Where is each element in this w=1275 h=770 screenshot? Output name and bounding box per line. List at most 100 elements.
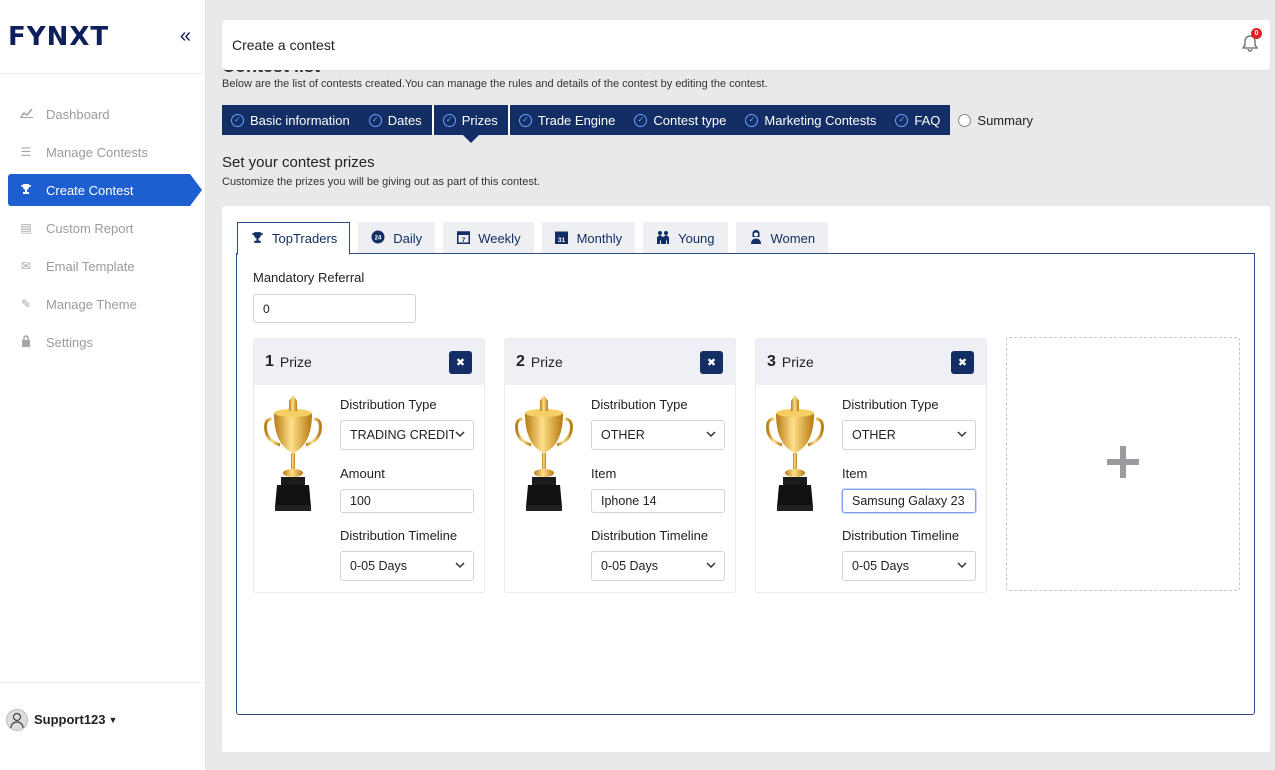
prize-card-3: 3 Prize ✖ Distribution Type OTHER Item S… bbox=[755, 338, 987, 593]
lock-icon bbox=[18, 334, 34, 350]
prize-title: Prize bbox=[781, 354, 814, 370]
tab-label: Daily bbox=[393, 231, 423, 246]
distribution-type-label: Distribution Type bbox=[842, 397, 939, 412]
chevron-down-icon bbox=[455, 429, 465, 442]
chevron-down-icon bbox=[957, 429, 967, 442]
tab-label: Women bbox=[770, 231, 816, 246]
remove-prize-button[interactable]: ✖ bbox=[700, 351, 723, 374]
sidebar-item-manage-contests[interactable]: ☰ Manage Contests bbox=[8, 136, 197, 168]
tab-label: Monthly bbox=[576, 231, 623, 246]
step-label: Summary bbox=[977, 112, 1034, 128]
user-menu[interactable]: Support123 ▼ bbox=[0, 682, 206, 770]
mandatory-referral-input[interactable] bbox=[253, 294, 416, 323]
step-label: Contest type bbox=[653, 112, 727, 128]
sidebar-item-custom-report[interactable]: ▤ Custom Report bbox=[8, 212, 197, 244]
prizes-card: TopTraders 24 Daily 7 Weekly 31 Monthly … bbox=[222, 206, 1270, 752]
calendar-7-icon: 7 bbox=[456, 230, 470, 247]
item-label: Item bbox=[842, 466, 868, 481]
distribution-timeline-label: Distribution Timeline bbox=[591, 528, 709, 543]
distribution-type-label: Distribution Type bbox=[591, 397, 688, 412]
sidebar-nav: Dashboard ☰ Manage Contests Create Conte… bbox=[0, 98, 205, 358]
badge-24-icon: 24 bbox=[371, 230, 385, 247]
step-label: Dates bbox=[387, 112, 422, 128]
tab-daily[interactable]: 24 Daily bbox=[358, 222, 436, 254]
step-contest-type[interactable]: ✓ Contest type bbox=[625, 105, 737, 135]
distribution-type-select[interactable]: TRADING CREDIT bbox=[340, 420, 474, 450]
check-circle-icon: ✓ bbox=[368, 113, 382, 127]
step-faq[interactable]: ✓ FAQ bbox=[886, 105, 951, 135]
remove-prize-button[interactable]: ✖ bbox=[951, 351, 974, 374]
bell-icon[interactable]: 0 bbox=[1241, 28, 1262, 52]
people-icon bbox=[656, 230, 670, 247]
prize-header: 2 Prize ✖ bbox=[505, 339, 735, 385]
svg-text:24: 24 bbox=[375, 236, 382, 242]
remove-prize-button[interactable]: ✖ bbox=[449, 351, 472, 374]
sidebar-item-manage-theme[interactable]: ✎ Manage Theme bbox=[8, 288, 197, 320]
step-summary[interactable]: Summary bbox=[950, 105, 1043, 135]
trophy-image bbox=[766, 395, 824, 511]
tab-label: Weekly bbox=[478, 231, 521, 246]
check-circle-icon: ✓ bbox=[518, 113, 532, 127]
svg-text:7: 7 bbox=[461, 237, 465, 244]
distribution-type-select[interactable]: OTHER bbox=[591, 420, 725, 450]
prize-header: 1 Prize ✖ bbox=[254, 339, 484, 385]
notification-badge: 0 bbox=[1251, 28, 1262, 39]
sidebar-item-dashboard[interactable]: Dashboard bbox=[8, 98, 197, 130]
tab-young[interactable]: Young bbox=[643, 222, 728, 254]
list-icon: ☰ bbox=[20, 145, 32, 159]
step-label: FAQ bbox=[914, 112, 941, 128]
collapse-sidebar-icon[interactable]: « bbox=[180, 26, 191, 46]
woman-icon bbox=[749, 229, 763, 247]
add-prize-button[interactable] bbox=[1006, 337, 1240, 591]
step-basic-information[interactable]: ✓ Basic information bbox=[222, 105, 360, 135]
item-input[interactable] bbox=[591, 489, 725, 513]
trophy-icon bbox=[250, 231, 264, 247]
step-label: Marketing Contests bbox=[764, 112, 877, 128]
distribution-timeline-label: Distribution Timeline bbox=[842, 528, 960, 543]
distribution-type-label: Distribution Type bbox=[340, 397, 437, 412]
tab-monthly[interactable]: 31 Monthly bbox=[541, 222, 636, 254]
distribution-timeline-select[interactable]: 0-05 Days bbox=[340, 551, 474, 581]
distribution-timeline-select[interactable]: 0-05 Days bbox=[591, 551, 725, 581]
tab-toptraders[interactable]: TopTraders bbox=[237, 222, 351, 255]
tab-women[interactable]: Women bbox=[735, 222, 829, 254]
trophy-icon bbox=[18, 183, 34, 198]
step-trade-engine[interactable]: ✓ Trade Engine bbox=[507, 105, 626, 135]
step-dates[interactable]: ✓ Dates bbox=[359, 105, 432, 135]
chevron-down-icon bbox=[455, 560, 465, 573]
svg-text:31: 31 bbox=[558, 237, 566, 244]
step-marketing-contests[interactable]: ✓ Marketing Contests bbox=[736, 105, 887, 135]
sidebar-item-settings[interactable]: Settings bbox=[8, 326, 197, 358]
amount-input[interactable] bbox=[340, 489, 474, 513]
plus-icon bbox=[1107, 442, 1139, 486]
user-name[interactable]: Support123 bbox=[34, 712, 106, 727]
sidebar-item-label: Custom Report bbox=[46, 220, 134, 236]
sidebar-item-label: Dashboard bbox=[46, 106, 110, 122]
item-label: Item bbox=[591, 466, 617, 481]
distribution-timeline-select[interactable]: 0-05 Days bbox=[842, 551, 976, 581]
sidebar-item-create-contest[interactable]: Create Contest bbox=[8, 174, 202, 206]
tab-weekly[interactable]: 7 Weekly bbox=[443, 222, 534, 254]
sidebar-item-label: Settings bbox=[46, 334, 93, 350]
distribution-type-select[interactable]: OTHER bbox=[842, 420, 976, 450]
prize-title: Prize bbox=[279, 354, 312, 370]
envelope-icon: ✉ bbox=[20, 259, 32, 273]
wizard-steps: ✓ Basic information ✓ Dates ✓ Prizes ✓ T… bbox=[222, 105, 1043, 143]
step-prizes[interactable]: ✓ Prizes bbox=[431, 105, 508, 143]
chevron-down-icon bbox=[706, 429, 716, 442]
tab-label: Young bbox=[678, 231, 715, 246]
item-input[interactable] bbox=[842, 489, 976, 513]
sidebar: FYNXT « Dashboard ☰ Manage Contests Crea… bbox=[0, 0, 206, 770]
prize-title: Prize bbox=[530, 354, 563, 370]
tab-label: TopTraders bbox=[272, 231, 338, 246]
sidebar-item-label: Create Contest bbox=[46, 182, 134, 198]
caret-down-icon[interactable]: ▼ bbox=[109, 715, 118, 725]
amount-label: Amount bbox=[340, 466, 385, 481]
prize-number: 2 bbox=[516, 353, 525, 370]
sidebar-item-email-template[interactable]: ✉ Email Template bbox=[8, 250, 197, 282]
section-title: Set your contest prizes bbox=[222, 154, 375, 171]
check-circle-icon: ✓ bbox=[442, 113, 456, 127]
tab-panel-toptraders: Mandatory Referral 1 Prize ✖ bbox=[236, 253, 1255, 715]
page-description: Below are the list of contests created.Y… bbox=[222, 78, 768, 90]
brush-icon: ✎ bbox=[20, 297, 32, 311]
